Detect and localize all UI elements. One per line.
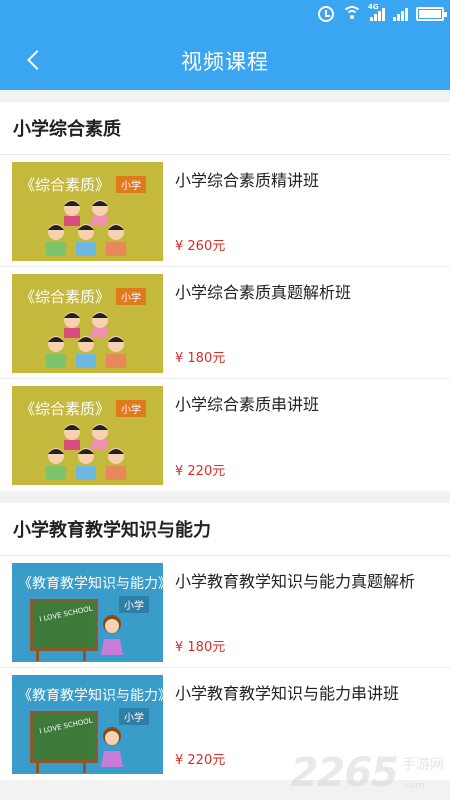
section-title: 小学教育教学知识与能力	[0, 503, 450, 556]
thumbnail-title: 《综合素质》	[20, 176, 111, 194]
chevron-left-icon	[27, 50, 47, 70]
watermark-sub: .com	[402, 781, 425, 791]
board-text: I LOVE SCHOOL	[38, 604, 94, 624]
course-thumbnail: 《综合素质》 小学	[12, 274, 163, 373]
course-price: ¥ 260元	[175, 239, 226, 254]
course-thumbnail: 《教育教学知识与能力》 小学 I LOVE SCHOOL	[12, 675, 163, 774]
course-list: 小学综合素质 《综合素质》 小学 小学综合素质精讲班 ¥ 260元 《综合素质》…	[0, 102, 450, 780]
screen: 4G 视频课程 小学综合素质 《综合素质》 小学 小学综合素质精讲班 ¥ 260…	[0, 0, 450, 800]
chalkboard-icon: I LOVE SCHOOL	[30, 711, 98, 763]
alarm-icon	[318, 6, 334, 22]
page-title: 视频课程	[181, 50, 269, 74]
course-title: 小学综合素质精讲班	[175, 171, 320, 190]
thumbnail-title: 《教育教学知识与能力》	[18, 576, 163, 592]
thumbnail-tag: 小学	[116, 176, 147, 193]
section-teaching-knowledge: 小学教育教学知识与能力 《教育教学知识与能力》 小学 I LOVE SCHOOL…	[0, 503, 450, 780]
course-thumbnail: 《综合素质》 小学	[12, 386, 163, 485]
section-general-quality: 小学综合素质 《综合素质》 小学 小学综合素质精讲班 ¥ 260元 《综合素质》…	[0, 102, 450, 491]
chalkboard-icon: I LOVE SCHOOL	[30, 599, 98, 651]
board-text: I LOVE SCHOOL	[38, 716, 94, 736]
course-price: ¥ 180元	[175, 351, 226, 366]
thumbnail-tag: 小学	[119, 596, 149, 613]
course-title: 小学综合素质串讲班	[175, 395, 320, 414]
course-item[interactable]: 《教育教学知识与能力》 小学 I LOVE SCHOOL 小学教育教学知识与能力…	[0, 556, 450, 668]
battery-icon	[416, 7, 447, 21]
course-price: ¥ 220元	[175, 753, 226, 768]
section-title: 小学综合素质	[0, 102, 450, 155]
course-thumbnail: 《综合素质》 小学	[12, 162, 163, 261]
course-title: 小学教育教学知识与能力串讲班	[175, 684, 400, 703]
students-illustration	[46, 424, 126, 480]
network-label-4g: 4G	[368, 3, 379, 11]
watermark-text: 手游网	[402, 757, 444, 773]
students-illustration	[46, 312, 126, 368]
course-price: ¥ 180元	[175, 640, 226, 655]
course-title: 小学综合素质真题解析班	[175, 283, 352, 302]
thumbnail-tag: 小学	[116, 400, 147, 417]
thumbnail-tag: 小学	[116, 288, 147, 305]
girl-illustration	[101, 727, 123, 767]
course-price: ¥ 220元	[175, 464, 226, 479]
signal-4g-icon: 4G	[368, 3, 385, 21]
status-icons: 4G	[318, 3, 447, 22]
thumbnail-title: 《综合素质》	[20, 400, 111, 418]
course-title: 小学教育教学知识与能力真题解析	[175, 572, 416, 591]
signal-icon	[393, 7, 408, 21]
wifi-icon	[342, 6, 362, 22]
girl-illustration	[101, 615, 123, 655]
thumbnail-title: 《综合素质》	[20, 288, 111, 306]
course-item[interactable]: 《综合素质》 小学 小学综合素质串讲班 ¥ 220元	[0, 379, 450, 491]
course-item[interactable]: 《综合素质》 小学 小学综合素质真题解析班 ¥ 180元	[0, 267, 450, 379]
site-watermark: 2265 手游网 .com	[291, 750, 444, 796]
top-bar: 4G 视频课程	[0, 0, 450, 90]
back-button[interactable]	[14, 40, 54, 80]
course-item[interactable]: 《综合素质》 小学 小学综合素质精讲班 ¥ 260元	[0, 155, 450, 267]
students-illustration	[46, 200, 126, 256]
watermark-number: 2265	[290, 750, 399, 796]
nav-bar: 视频课程	[0, 32, 450, 90]
thumbnail-title: 《教育教学知识与能力》	[18, 688, 163, 704]
course-thumbnail: 《教育教学知识与能力》 小学 I LOVE SCHOOL	[12, 563, 163, 662]
status-bar: 4G	[0, 0, 450, 32]
thumbnail-tag: 小学	[119, 708, 149, 725]
